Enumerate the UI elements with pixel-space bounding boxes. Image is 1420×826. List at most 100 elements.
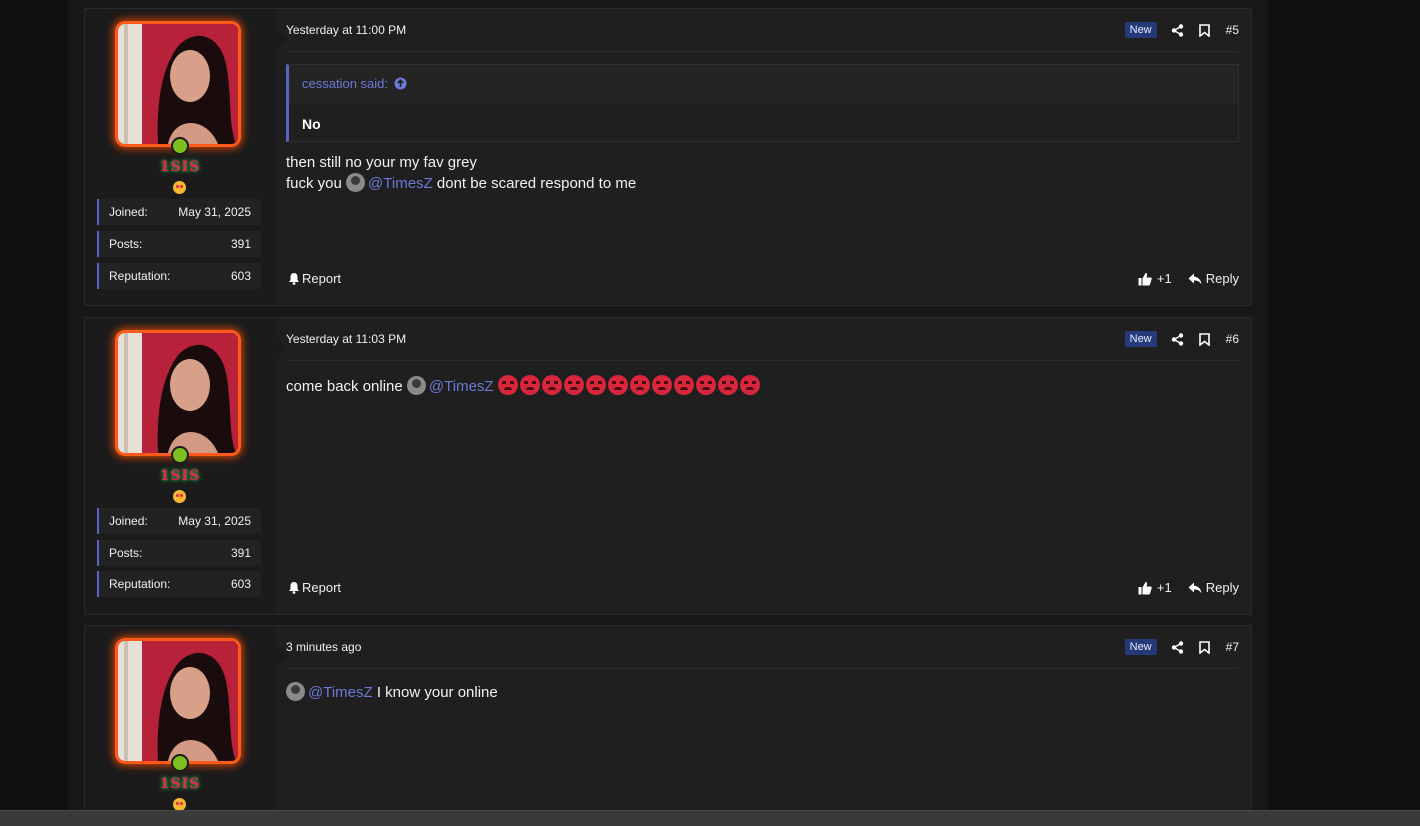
username[interactable]: 1SIS: [85, 468, 275, 484]
stat-label: Posts:: [109, 237, 143, 251]
angry-face-icon: [695, 375, 716, 395]
post-actions: New #6: [1124, 330, 1239, 348]
horizontal-scrollbar[interactable]: [0, 810, 1420, 826]
reply-button[interactable]: Reply: [1188, 580, 1239, 595]
message-text: then still no your my fav grey: [286, 154, 477, 171]
post-actions: New #7: [1124, 638, 1239, 656]
angry-face-icon: [673, 375, 694, 395]
quote-block: cessation said: No: [286, 64, 1239, 142]
post-content: 3 minutes ago New #7 @TimesZ I know your…: [286, 626, 1239, 824]
angry-face-icon: [497, 375, 518, 395]
angry-face-icon: [717, 375, 738, 395]
footer-actions: +1 Reply: [1138, 580, 1239, 595]
avatar[interactable]: [115, 21, 241, 147]
user-mention[interactable]: @TimesZ: [368, 175, 433, 192]
bookmark-icon[interactable]: [1196, 330, 1214, 348]
online-status-icon: [171, 137, 189, 155]
avatar[interactable]: [115, 330, 241, 456]
bell-icon: [289, 582, 299, 594]
angry-face-icon: [585, 375, 606, 395]
message-line: come back online @TimesZ: [286, 375, 762, 397]
bell-icon: [289, 273, 299, 285]
bookmark-icon[interactable]: [1196, 638, 1214, 656]
online-status-icon: [171, 446, 189, 464]
reply-label: Reply: [1205, 271, 1239, 286]
share-icon[interactable]: [1169, 21, 1187, 39]
post-actions: New #5: [1124, 21, 1239, 39]
username[interactable]: 1SIS: [85, 159, 275, 175]
post: 1SIS Joined: May 31, 2025 Posts: 391 Rep…: [84, 317, 1252, 615]
reply-button[interactable]: Reply: [1188, 271, 1239, 286]
user-column: 1SIS Joined: May 31, 2025 Posts: 391 Rep…: [85, 9, 287, 305]
stat-label: Joined:: [109, 205, 148, 219]
like-button[interactable]: +1: [1138, 580, 1172, 595]
quote-header[interactable]: cessation said:: [302, 76, 407, 91]
angry-face-icon: [607, 375, 628, 395]
like-button[interactable]: +1: [1138, 271, 1172, 286]
message-text: fuck you: [286, 175, 342, 192]
post-date[interactable]: Yesterday at 11:03 PM: [286, 332, 406, 346]
report-button[interactable]: Report: [288, 580, 341, 595]
new-badge: New: [1124, 331, 1157, 347]
post-footer: Report +1 Reply: [286, 580, 1239, 600]
message-line: @TimesZ I know your online: [286, 682, 498, 703]
thumbs-up-icon: [1138, 581, 1152, 594]
thumbs-up-icon: [1138, 272, 1152, 285]
post-meta: 3 minutes ago New #7: [286, 638, 1239, 669]
post: 1SIS Joined: May 31, 2025 Posts: 391 Rep…: [84, 8, 1252, 306]
report-label: Report: [302, 271, 342, 286]
quote-author[interactable]: cessation said:: [302, 76, 388, 91]
arrow-up-circle-icon[interactable]: [394, 77, 407, 90]
share-icon[interactable]: [1169, 330, 1187, 348]
post-content: Yesterday at 11:00 PM New #5 cessation s…: [286, 9, 1239, 305]
share-icon[interactable]: [1169, 638, 1187, 656]
avatar[interactable]: [115, 638, 241, 764]
stat-value: 391: [230, 237, 251, 251]
reply-icon: [1188, 582, 1202, 593]
post-meta: Yesterday at 11:03 PM New #6: [286, 330, 1239, 361]
like-count: +1: [1156, 271, 1172, 286]
reply-label: Reply: [1205, 580, 1239, 595]
user-column: 1SIS: [85, 626, 287, 824]
post-footer: Report +1 Reply: [286, 271, 1239, 291]
stat-reputation: Reputation: 603: [97, 263, 261, 289]
post: 1SIS 3 minutes ago New #7 @TimesZ I know…: [84, 625, 1252, 825]
post-meta: Yesterday at 11:00 PM New #5: [286, 21, 1239, 52]
stat-value: May 31, 2025: [178, 205, 251, 219]
angry-face-icon: [651, 375, 672, 395]
post-content: Yesterday at 11:03 PM New #6 come back o…: [286, 318, 1239, 614]
report-button[interactable]: Report: [288, 271, 341, 286]
stat-label: Joined:: [109, 514, 148, 528]
post-date[interactable]: 3 minutes ago: [286, 640, 361, 654]
like-count: +1: [1156, 580, 1172, 595]
stat-label: Posts:: [109, 546, 143, 560]
post-date[interactable]: Yesterday at 11:00 PM: [286, 23, 406, 37]
heart-eyes-icon: [173, 181, 186, 194]
mention-avatar: [286, 682, 305, 701]
user-mention[interactable]: @TimesZ: [429, 378, 494, 395]
post-number[interactable]: #5: [1226, 23, 1239, 37]
stat-reputation: Reputation: 603: [97, 571, 261, 597]
message-text: I know your online: [372, 684, 498, 701]
stat-label: Reputation:: [109, 269, 171, 283]
angry-face-icon: [541, 375, 562, 395]
footer-actions: +1 Reply: [1138, 271, 1239, 286]
stat-joined: Joined: May 31, 2025: [97, 508, 261, 534]
reply-icon: [1188, 273, 1202, 284]
stat-value: 391: [230, 546, 251, 560]
online-status-icon: [171, 754, 189, 772]
new-badge: New: [1124, 639, 1157, 655]
stat-value: 603: [230, 269, 251, 283]
post-number[interactable]: #7: [1226, 640, 1239, 654]
quote-text: No: [302, 116, 321, 132]
mention-avatar: [406, 376, 426, 395]
message-text: dont be scared respond to me: [432, 175, 637, 192]
username[interactable]: 1SIS: [85, 776, 275, 792]
stat-label: Reputation:: [109, 577, 171, 591]
angry-face-icon: [563, 375, 584, 395]
message-line: fuck you @TimesZ dont be scared respond …: [286, 173, 636, 194]
user-mention[interactable]: @TimesZ: [308, 684, 373, 701]
post-number[interactable]: #6: [1226, 332, 1239, 346]
stat-value: May 31, 2025: [178, 514, 251, 528]
bookmark-icon[interactable]: [1196, 21, 1214, 39]
